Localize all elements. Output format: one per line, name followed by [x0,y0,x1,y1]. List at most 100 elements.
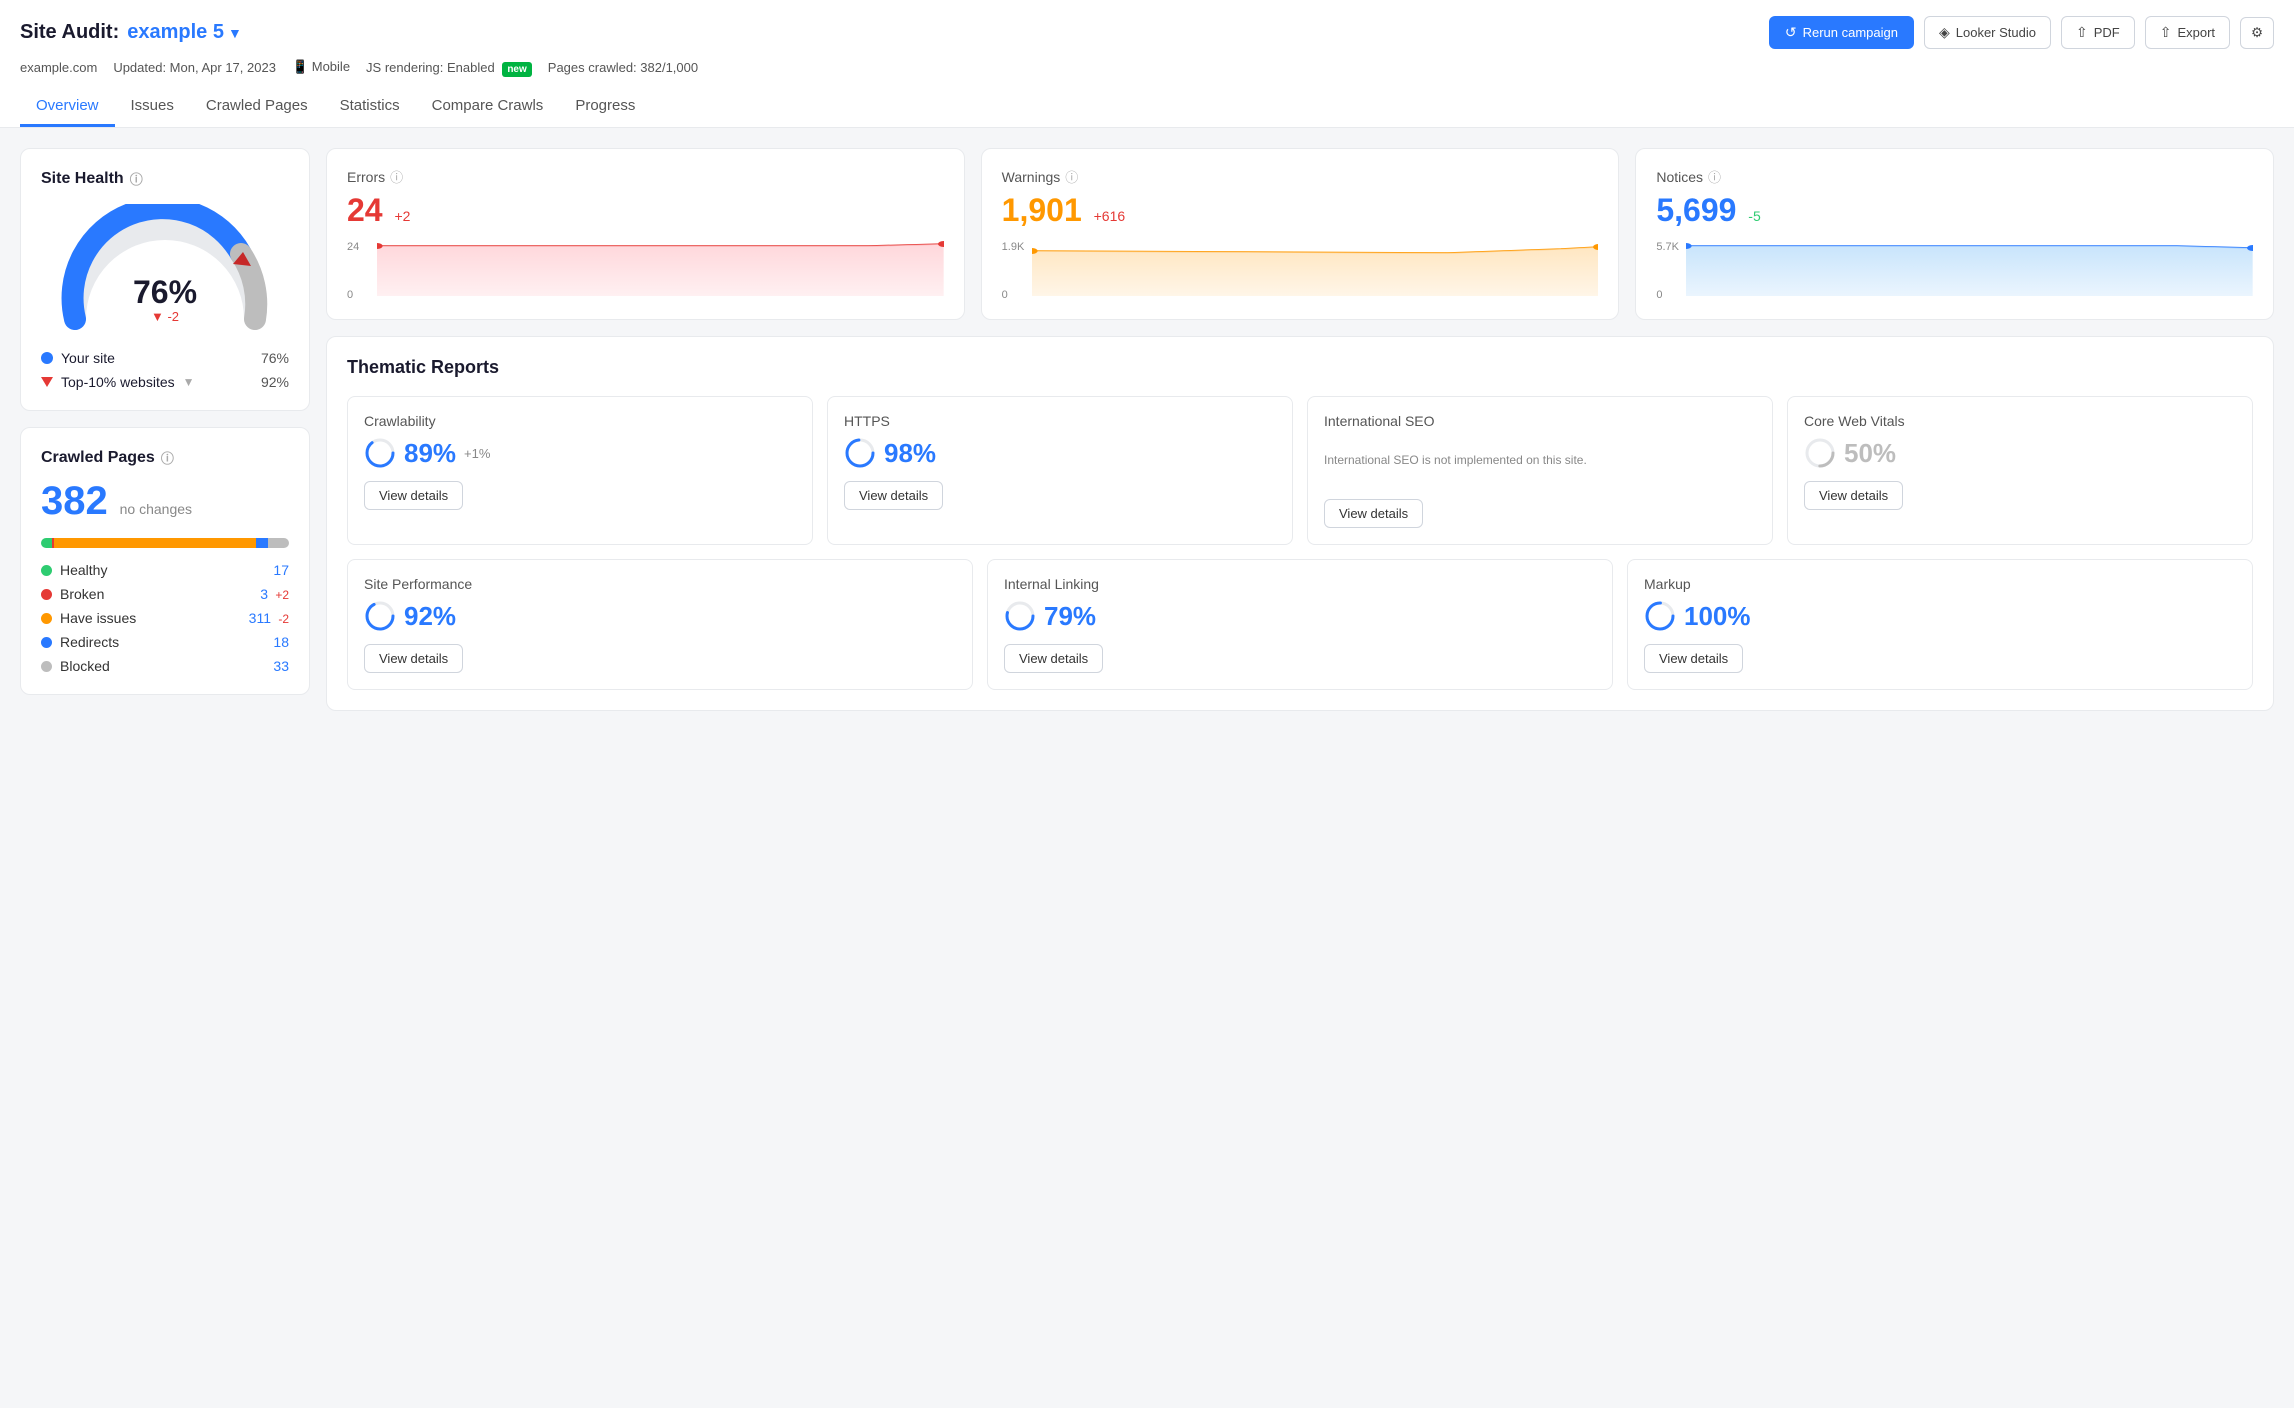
header-meta: example.com Updated: Mon, Apr 17, 2023 📱… [20,59,2274,75]
international-seo-na-text: International SEO is not implemented on … [1324,437,1756,487]
markup-view-details-button[interactable]: View details [1644,644,1743,673]
site-performance-score-row: 92% [364,600,956,632]
notices-count: 5,699 [1656,192,1736,228]
markup-score-row: 100% [1644,600,2236,632]
rerun-campaign-button[interactable]: ↺ Rerun campaign [1769,16,1914,49]
site-name-text: example 5 [127,21,224,44]
thematic-grid-top: Crawlability 89% +1% View details [347,396,2253,545]
warnings-count: 1,901 [1002,192,1082,228]
site-performance-ring-icon [364,600,396,632]
international-seo-view-details-button[interactable]: View details [1324,499,1423,528]
healthy-dot [41,565,52,576]
pdf-icon: ⇧ [2076,24,2088,41]
site-audit-label: Site Audit: [20,21,119,44]
notices-info-icon[interactable]: ⓘ [1708,167,1721,186]
pages-legend-blocked: Blocked 33 [41,658,289,674]
js-rendering-text: JS rendering: Enabled new [366,60,532,75]
gear-icon: ⚙ [2251,25,2263,40]
pages-legend-broken: Broken 3 +2 [41,586,289,602]
tab-crawled-pages[interactable]: Crawled Pages [190,87,324,127]
header-actions: ↺ Rerun campaign ◈ Looker Studio ⇧ PDF ⇧… [1769,16,2274,49]
internal-linking-score: 79% [1044,601,1096,632]
crawlability-title: Crawlability [364,413,796,429]
export-button[interactable]: ⇧ Export [2145,16,2230,49]
site-performance-view-details-button[interactable]: View details [364,644,463,673]
tab-progress[interactable]: Progress [559,87,651,127]
top-sites-chevron-icon[interactable]: ▼ [183,375,195,389]
redirects-value: 18 [273,634,289,650]
site-name-button[interactable]: example 5 ▼ [127,21,242,44]
core-web-vitals-score: 50% [1844,438,1896,469]
thematic-https: HTTPS 98% View details [827,396,1293,545]
your-site-value: 76% [261,350,289,366]
internal-linking-title: Internal Linking [1004,576,1596,592]
broken-change: +2 [272,588,289,602]
export-icon: ⇧ [2160,24,2172,41]
thematic-international-seo: International SEO International SEO is n… [1307,396,1773,545]
https-ring-icon [844,437,876,469]
new-badge: new [502,62,531,77]
errors-count: 24 [347,192,383,228]
warnings-chart-svg [1032,241,1599,301]
errors-count-row: 24 +2 [347,192,944,229]
markup-score: 100% [1684,601,1751,632]
pdf-button[interactable]: ⇧ PDF [2061,16,2135,49]
tabs-nav: Overview Issues Crawled Pages Statistics… [20,87,2274,127]
warnings-info-icon[interactable]: ⓘ [1065,167,1078,186]
crawlability-ring-icon [364,437,396,469]
internal-linking-ring-icon [1004,600,1036,632]
errors-title: Errors ⓘ [347,167,944,186]
looker-studio-button[interactable]: ◈ Looker Studio [1924,16,2051,49]
top-sites-triangle-icon [41,377,53,387]
tab-overview[interactable]: Overview [20,87,115,127]
settings-button[interactable]: ⚙ [2240,17,2274,49]
thematic-reports-card: Thematic Reports Crawlability 89% [326,336,2274,711]
pages-legend: Healthy 17 Broken 3 +2 [41,562,289,674]
notices-change: -5 [1748,208,1760,224]
core-web-vitals-score-row: 50% [1804,437,2236,469]
gauge-percent: 76% [133,276,197,308]
errors-info-icon[interactable]: ⓘ [390,167,403,186]
tab-compare-crawls[interactable]: Compare Crawls [416,87,560,127]
redirects-dot [41,637,52,648]
https-score-row: 98% [844,437,1276,469]
looker-icon: ◈ [1939,24,1950,41]
https-score: 98% [884,438,936,469]
header: Site Audit: example 5 ▼ ↺ Rerun campaign… [0,0,2294,128]
crawled-pages-title: Crawled Pages ⓘ [41,448,289,467]
site-health-title: Site Health ⓘ [41,169,289,188]
blocked-segment [268,538,289,548]
internal-linking-score-row: 79% [1004,600,1596,632]
gauge-change-arrow: ▼ [151,309,164,324]
broken-dot [41,589,52,600]
errors-sparkline: 24 0 [347,241,944,301]
tab-statistics[interactable]: Statistics [324,87,416,127]
warnings-card: Warnings ⓘ 1,901 +616 1.9K 0 [981,148,1620,320]
core-web-vitals-view-details-button[interactable]: View details [1804,481,1903,510]
markup-title: Markup [1644,576,2236,592]
https-view-details-button[interactable]: View details [844,481,943,510]
warnings-title: Warnings ⓘ [1002,167,1599,186]
crawlability-change: +1% [464,446,490,461]
top-sites-label: Top-10% websites [61,374,175,390]
https-title: HTTPS [844,413,1276,429]
mobile-icon: 📱 [292,59,308,74]
crawled-pages-info-icon[interactable]: ⓘ [161,448,174,467]
crawlability-view-details-button[interactable]: View details [364,481,463,510]
pages-legend-healthy: Healthy 17 [41,562,289,578]
legend-row-top-sites: Top-10% websites ▼ 92% [41,374,289,390]
site-health-info-icon[interactable]: ⓘ [130,169,143,188]
core-web-vitals-ring-icon [1804,437,1836,469]
tab-issues[interactable]: Issues [115,87,190,127]
internal-linking-view-details-button[interactable]: View details [1004,644,1103,673]
updated-text: Updated: Mon, Apr 17, 2023 [113,60,276,75]
site-performance-title: Site Performance [364,576,956,592]
right-panel: Errors ⓘ 24 +2 24 0 [326,148,2274,1388]
errors-card: Errors ⓘ 24 +2 24 0 [326,148,965,320]
notices-title: Notices ⓘ [1656,167,2253,186]
crawled-pages-progress-bar [41,538,289,548]
device-text: 📱 Mobile [292,59,350,75]
redirects-segment [256,538,268,548]
thematic-internal-linking: Internal Linking 79% View details [987,559,1613,690]
site-performance-score: 92% [404,601,456,632]
